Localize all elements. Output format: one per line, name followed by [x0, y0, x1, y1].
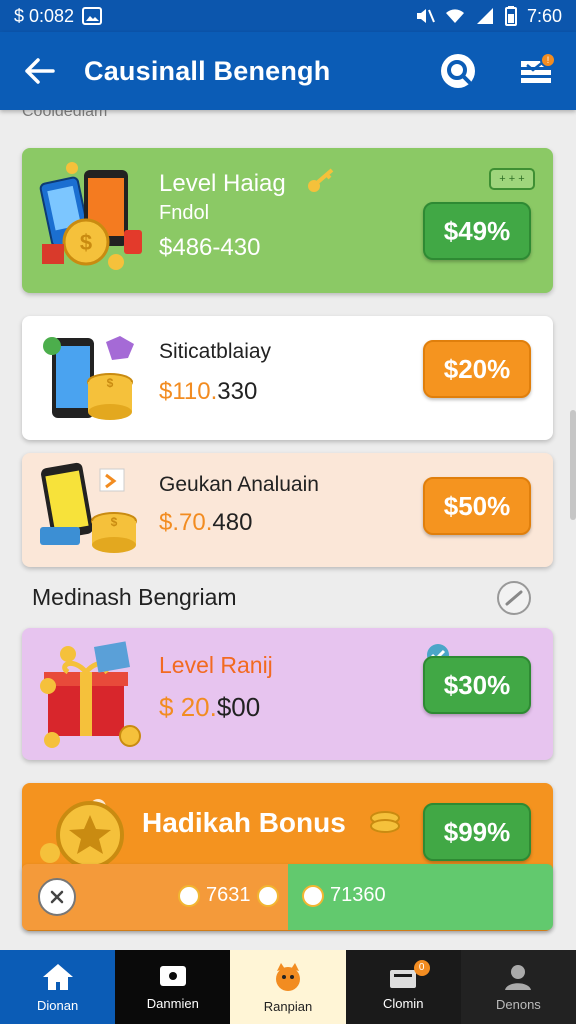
coin-icon — [178, 884, 200, 907]
bottom-nav: Dionan Danmien Ranpian 0 Clomin Denons — [0, 950, 576, 1024]
range-accent: 20. — [180, 692, 217, 722]
nav-item-domain[interactable]: Danmien — [115, 950, 231, 1024]
signal-icon — [475, 7, 495, 25]
svg-text:$: $ — [80, 230, 92, 255]
card-title: Hadikah Bonus — [142, 807, 346, 838]
search-button[interactable] — [436, 50, 480, 94]
search-icon — [441, 54, 475, 88]
status-bar: $ 0:082 7:60 — [0, 0, 576, 32]
card-range: $ 20.$00 — [159, 692, 260, 723]
nav-item-profile[interactable]: Denons — [460, 950, 576, 1024]
rate-button[interactable]: $20% — [423, 340, 531, 398]
card-title: Geukan Analuain — [159, 473, 319, 496]
range-rest: 330 — [217, 378, 258, 405]
range-rest: $00 — [216, 692, 261, 722]
card-range: $110.330 — [159, 378, 257, 406]
range-prefix: $ — [159, 378, 173, 405]
left-amount-value: 7631 — [206, 884, 251, 906]
range-rest: 480 — [212, 509, 253, 536]
card-title: Level Haiag — [159, 170, 286, 197]
svg-text:$: $ — [111, 515, 118, 529]
nav-item-home[interactable]: Dionan — [0, 950, 116, 1024]
left-amount: 7631 — [178, 884, 279, 907]
nav-label: Ranpian — [263, 998, 313, 1014]
offer-card[interactable]: $ Geukan Analuain $.70.480 $50% — [22, 453, 553, 567]
phone-coins-illustration: $ — [40, 462, 137, 553]
rate-button[interactable]: $99% — [423, 803, 531, 861]
key-icon — [308, 168, 334, 192]
offer-card[interactable]: $ Siticatblaiay $110.330 $20% — [22, 316, 553, 440]
rate-button[interactable]: $49% — [423, 202, 531, 260]
page-title: Causinall Benengh — [84, 55, 331, 86]
right-amount: 71360 — [302, 884, 386, 907]
card-range: $486-430 — [159, 234, 261, 261]
offer-card[interactable]: $ Level Haiag Fndol $486-430 + + + $49% — [22, 148, 553, 293]
edit-check-icon[interactable] — [496, 580, 532, 616]
tv-icon — [159, 965, 186, 986]
overlay-right: 71360 — [288, 864, 553, 930]
nav-label: Denons — [496, 996, 541, 1012]
close-icon — [50, 890, 64, 904]
card-range: $.70.480 — [159, 509, 252, 537]
range-prefix: $ — [159, 692, 181, 722]
offer-card[interactable]: Level Ranij $ 20.$00 $30% — [22, 628, 553, 760]
gallery-icon — [82, 7, 103, 25]
card-title: Siticatblaiay — [159, 340, 272, 363]
balance-overlay: 7631 71360 — [22, 864, 553, 930]
app-bar: Causinall Benengh ! — [0, 32, 576, 110]
nav-item-messages[interactable]: 0 Clomin — [345, 950, 461, 1024]
arrow-left-icon — [25, 58, 55, 84]
rate-button[interactable]: $50% — [423, 477, 531, 535]
close-button[interactable] — [38, 878, 76, 916]
overlay-left: 7631 — [22, 864, 288, 930]
nav-label: Dionan — [37, 997, 79, 1013]
section-title: Medinash Bengriam — [32, 584, 237, 610]
wifi-icon — [445, 7, 465, 25]
card-title: Level Ranij — [159, 652, 273, 678]
nav-badge: 0 — [413, 960, 430, 976]
notification-badge: ! — [540, 52, 556, 68]
right-amount-value: 71360 — [330, 884, 386, 906]
svg-text:$: $ — [107, 376, 114, 390]
range-prefix: $ — [159, 509, 173, 536]
coin-stack-icon — [370, 811, 400, 833]
nav-label: Danmien — [146, 995, 199, 1011]
nav-label: Clomin — [382, 995, 424, 1011]
range-accent: 110. — [172, 378, 218, 405]
card-subtitle: Fndol — [159, 202, 210, 224]
mascot-icon — [276, 962, 300, 991]
gift-coins-illustration — [40, 641, 141, 748]
back-button[interactable] — [18, 49, 62, 93]
scrollbar[interactable] — [570, 410, 576, 520]
mute-icon — [415, 7, 435, 25]
phone-coins-illustration: $ — [39, 162, 142, 270]
status-time: 7:60 — [526, 5, 562, 26]
card-tag: + + + — [489, 168, 535, 190]
home-icon — [42, 963, 73, 990]
partial-header: Cooldedlam — [22, 110, 108, 120]
coin-icon — [302, 884, 324, 907]
status-left-text: $ 0:082 — [14, 5, 75, 26]
battery-icon — [504, 6, 517, 26]
notifications-button[interactable]: ! — [514, 50, 558, 94]
nav-item-ranking[interactable]: Ranpian — [230, 950, 346, 1024]
phone-coins-illustration: $ — [43, 336, 134, 420]
user-icon — [505, 964, 532, 990]
range-accent: .70. — [172, 509, 213, 536]
rate-button[interactable]: $30% — [423, 656, 531, 714]
coin-icon — [256, 884, 279, 907]
